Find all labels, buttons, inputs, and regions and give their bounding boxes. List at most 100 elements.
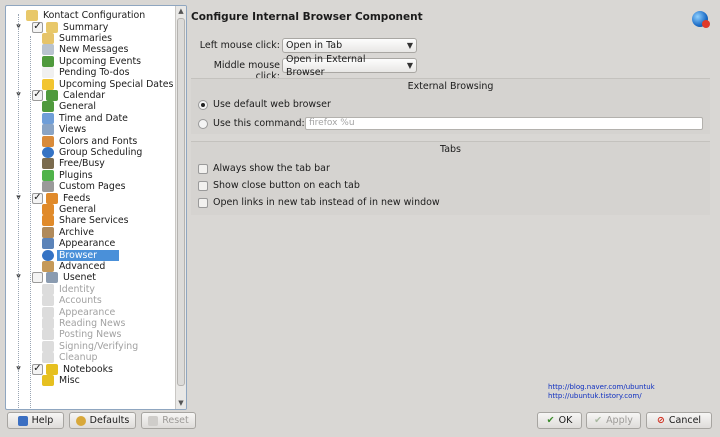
help-icon: [17, 415, 28, 426]
tree-item-checkbox[interactable]: ✓: [32, 192, 43, 204]
calendar-icon: [42, 101, 54, 113]
scroll-up-icon[interactable]: ▲: [176, 6, 186, 17]
middle-click-select[interactable]: Open in External Browser ▼: [282, 54, 417, 78]
tree-item-label: Summary: [63, 21, 109, 33]
ok-button[interactable]: ✔ OK: [537, 412, 582, 429]
lock-icon: [42, 340, 54, 352]
tree-item[interactable]: Browser: [6, 249, 175, 261]
help-button[interactable]: Help: [7, 412, 64, 429]
command-radio[interactable]: [198, 119, 208, 129]
apply-button[interactable]: ✔ Apply: [586, 412, 641, 429]
tree-item[interactable]: General: [6, 101, 175, 113]
cancel-button[interactable]: ⊘ Cancel: [646, 412, 712, 429]
config-tree[interactable]: Kontact Configuration ▾ ✓ Summary Summaries N…: [5, 5, 187, 410]
pen-icon: [42, 181, 54, 193]
tree-item-label: Reading News: [59, 317, 126, 329]
tree-item[interactable]: General: [6, 203, 175, 215]
scroll-thumb[interactable]: [177, 18, 185, 386]
left-click-value: Open in Tab: [286, 40, 343, 51]
tree-item[interactable]: ▾ ✓ Notebooks: [6, 363, 175, 375]
summary-icon: [46, 21, 58, 33]
always-show-tabbar-checkbox[interactable]: [198, 164, 208, 174]
globe-icon: [42, 146, 54, 158]
accounts-icon: [42, 295, 54, 307]
tree-item-checkbox[interactable]: ✓: [32, 363, 43, 375]
appearance-icon: [42, 306, 54, 318]
tree-item[interactable]: Archive: [6, 226, 175, 238]
default-browser-radio[interactable]: [198, 100, 208, 110]
tree-item[interactable]: New Messages: [6, 44, 175, 56]
tree-item[interactable]: ▾ ✓ Feeds: [6, 192, 175, 204]
tree-item-label: Posting News: [59, 329, 122, 341]
identity-icon: [42, 283, 54, 295]
tree-item-label: Usenet: [63, 272, 96, 284]
defaults-button[interactable]: Defaults: [69, 412, 136, 429]
tree-item-label: Appearance: [59, 238, 116, 250]
tree-item[interactable]: Accounts: [6, 295, 175, 307]
tree-item-label: Free/Busy: [59, 158, 105, 170]
tree-item[interactable]: Time and Date: [6, 112, 175, 124]
tree-item[interactable]: Advanced: [6, 260, 175, 272]
new-tab-checkbox[interactable]: [198, 198, 208, 208]
tree-item[interactable]: Identity: [6, 283, 175, 295]
appearance-icon: [42, 238, 54, 250]
tree-item-label: Time and Date: [59, 112, 128, 124]
tree-item[interactable]: Plugins: [6, 169, 175, 181]
tree-item[interactable]: Upcoming Events: [6, 55, 175, 67]
help-button-label: Help: [31, 415, 54, 426]
ok-button-label: OK: [558, 415, 573, 426]
tree-item[interactable]: ▾ Usenet: [6, 272, 175, 284]
tree-item-label: Misc: [59, 374, 80, 386]
tree-guide-line: [18, 14, 19, 408]
tree-item[interactable]: Cleanup: [6, 352, 175, 364]
scroll-down-icon[interactable]: ▼: [176, 398, 186, 409]
tree-item[interactable]: Free/Busy: [6, 158, 175, 170]
tree-item[interactable]: Custom Pages: [6, 181, 175, 193]
clock-icon: [42, 112, 54, 124]
tree-item[interactable]: ▾ ✓ Calendar: [6, 89, 175, 101]
tree-item-label: Group Scheduling: [59, 146, 143, 158]
left-click-label: Left mouse click:: [199, 40, 280, 51]
tree-item-checkbox[interactable]: ✓: [32, 89, 43, 101]
usenet-icon: [46, 272, 58, 284]
tree-item[interactable]: Colors and Fonts: [6, 135, 175, 147]
share-icon: [42, 215, 54, 227]
reset-button[interactable]: Reset: [141, 412, 196, 429]
tree-item[interactable]: Posting News: [6, 329, 175, 341]
command-input[interactable]: firefox %u: [305, 117, 703, 130]
tree-item[interactable]: Views: [6, 124, 175, 136]
feeds-icon: [42, 203, 54, 215]
tree-item-checkbox[interactable]: [32, 272, 43, 284]
tree-item[interactable]: Misc: [6, 374, 175, 386]
chevron-down-icon: ▼: [406, 41, 413, 50]
tree-item[interactable]: ▾ ✓ Summary: [6, 21, 175, 33]
summaries-icon: [42, 32, 54, 44]
tree-item[interactable]: Pending To-dos: [6, 67, 175, 79]
tree-item[interactable]: Share Services: [6, 215, 175, 227]
new-tab-label: Open links in new tab instead of in new …: [213, 197, 440, 208]
tree-item[interactable]: Signing/Verifying: [6, 340, 175, 352]
tree-item[interactable]: Summaries: [6, 32, 175, 44]
left-click-select[interactable]: Open in Tab ▼: [282, 38, 417, 53]
tree-item[interactable]: Kontact Configuration: [6, 10, 175, 22]
chevron-down-icon: ▼: [406, 61, 413, 70]
tree-item-label: Signing/Verifying: [59, 340, 139, 352]
notebook-icon: [46, 363, 58, 375]
cleanup-icon: [42, 352, 54, 364]
globe-icon: [42, 249, 54, 261]
tree-item-label: Cleanup: [59, 352, 98, 364]
tree-item-label: Plugins: [59, 169, 93, 181]
tree-item[interactable]: Reading News: [6, 317, 175, 329]
tree-scrollbar[interactable]: ▲ ▼: [175, 6, 186, 409]
tree-item[interactable]: Upcoming Special Dates: [6, 78, 175, 90]
tree-guide-line: [30, 36, 31, 409]
close-button-checkbox[interactable]: [198, 181, 208, 191]
tree-item[interactable]: Appearance: [6, 306, 175, 318]
external-browsing-title: External Browsing: [407, 81, 494, 92]
tree-item[interactable]: Group Scheduling: [6, 146, 175, 158]
tree-item[interactable]: Appearance: [6, 238, 175, 250]
tree-item-label: Upcoming Special Dates: [59, 78, 174, 90]
cancel-icon: ⊘: [656, 415, 665, 426]
tree-item-checkbox[interactable]: ✓: [32, 21, 43, 33]
default-browser-label: Use default web browser: [213, 99, 331, 110]
